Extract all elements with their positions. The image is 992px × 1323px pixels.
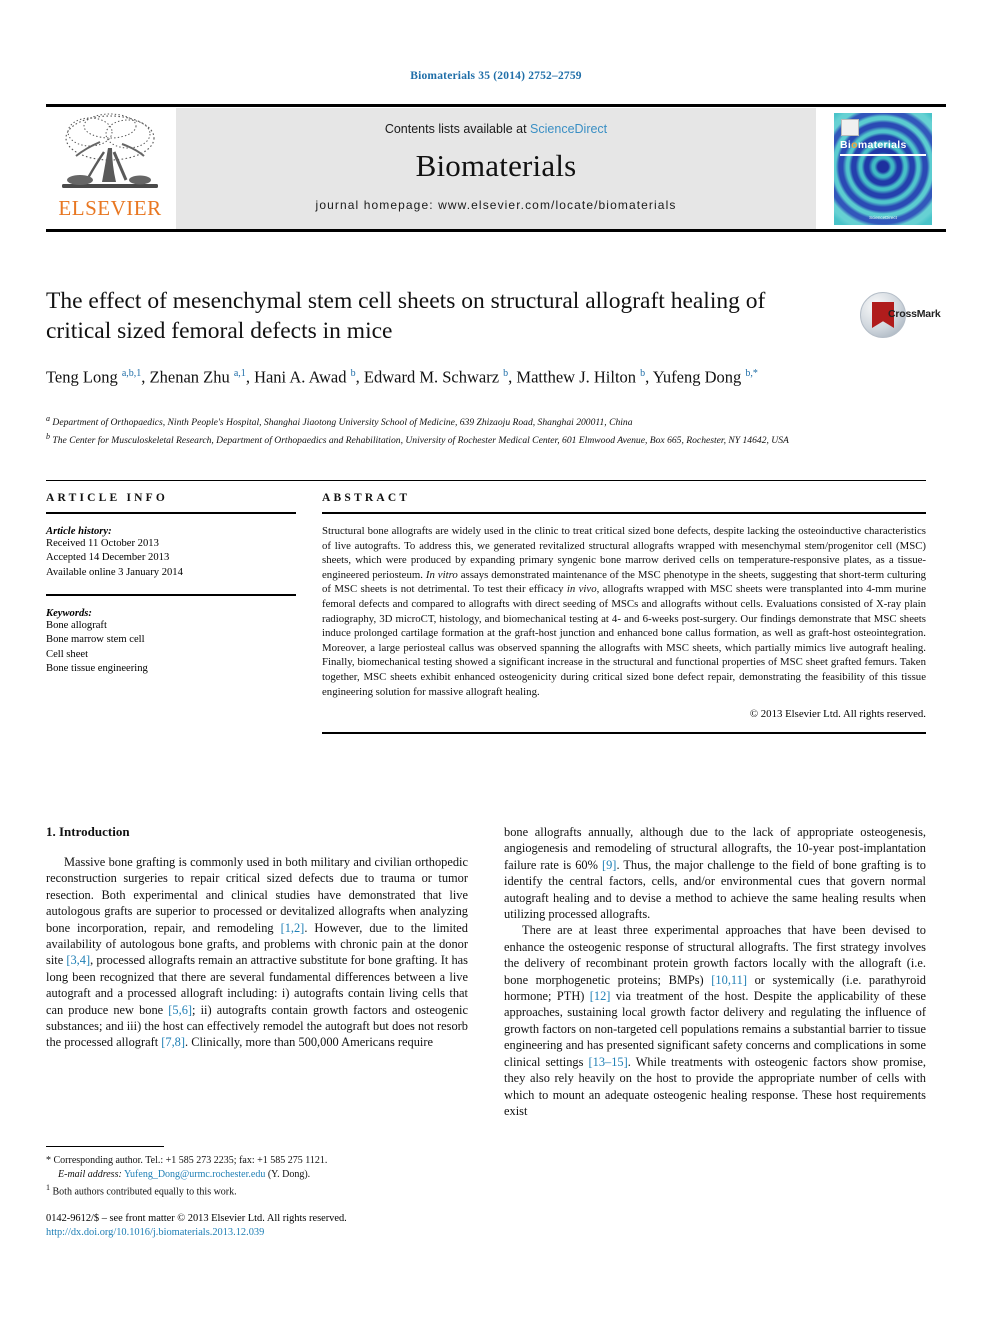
affiliations: a Department of Orthopaedics, Ninth Peop… xyxy=(46,412,926,448)
body-column-right: bone allografts annually, although due t… xyxy=(504,824,926,1119)
email-suffix: (Y. Dong). xyxy=(267,1168,311,1180)
article-history-accepted: Accepted 14 December 2013 xyxy=(46,552,170,564)
elsevier-wordmark: ELSEVIER xyxy=(58,196,162,220)
abstract-column: ABSTRACT Structural bone allografts are … xyxy=(322,492,927,735)
email-link[interactable]: Yufeng_Dong@urmc.rochester.edu xyxy=(124,1169,265,1180)
body-column-left: 1. Introduction Massive bone grafting is… xyxy=(46,824,468,1051)
keyword-item: Bone tissue engineering xyxy=(46,662,148,674)
journal-cover-thumbnail: Biomaterials ScienceDirect xyxy=(820,109,946,228)
cover-title-bi: Bi xyxy=(840,139,852,151)
article-info-separator xyxy=(46,594,296,596)
email-label: E-mail address: xyxy=(58,1168,122,1180)
footnote-email: E-mail address: Yufeng_Dong@urmc.rochest… xyxy=(46,1168,468,1182)
cover-footer: ScienceDirect xyxy=(869,215,897,220)
footnote-corresponding-author: * Corresponding author. Tel.: +1 585 273… xyxy=(46,1155,328,1166)
abstract-text: Structural bone allografts are widely us… xyxy=(322,525,927,698)
journal-homepage[interactable]: journal homepage: www.elsevier.com/locat… xyxy=(176,198,816,212)
cover-title: Biomaterials xyxy=(840,139,907,151)
cover-badge-icon xyxy=(841,119,859,136)
keyword-item: Bone marrow stem cell xyxy=(46,634,145,646)
divider-above-info xyxy=(46,480,926,481)
journal-masthead: ELSEVIER Contents lists available at Sci… xyxy=(46,104,946,232)
sciencedirect-link[interactable]: ScienceDirect xyxy=(530,122,607,136)
article-history-received: Received 11 October 2013 xyxy=(46,538,159,549)
contents-line: Contents lists available at ScienceDirec… xyxy=(176,122,816,136)
author-list: Teng Long a,b,1, Zhenan Zhu a,1, Hani A.… xyxy=(46,367,758,387)
intro-paragraph-1: Massive bone grafting is commonly used i… xyxy=(46,855,469,1050)
cover-artwork: Biomaterials ScienceDirect xyxy=(834,113,932,225)
keyword-item: Bone allograft xyxy=(46,619,107,631)
keywords-label: Keywords: xyxy=(46,607,92,619)
article-history-online: Available online 3 January 2014 xyxy=(46,566,183,578)
journal-article-page: Biomaterials 35 (2014) 2752–2759 ELSEVIE… xyxy=(0,0,992,1323)
elsevier-tree-icon xyxy=(62,113,158,188)
contents-prefix: Contents lists available at xyxy=(384,122,531,136)
abstract-rule xyxy=(322,512,926,514)
keyword-item: Cell sheet xyxy=(46,648,89,660)
doi-link[interactable]: http://dx.doi.org/10.1016/j.biomaterials… xyxy=(46,1227,264,1238)
affiliation-b: b The Center for Musculoskeletal Researc… xyxy=(46,431,789,446)
issn-line: 0142-9612/$ – see front matter © 2013 El… xyxy=(46,1213,347,1224)
abstract-copyright: © 2013 Elsevier Ltd. All rights reserved… xyxy=(749,708,926,721)
section-heading-introduction: 1. Introduction xyxy=(46,824,130,839)
footnote-equal-contribution: 1 Both authors contributed equally to th… xyxy=(46,1183,237,1198)
crossmark-badge[interactable]: CrossMark xyxy=(860,292,941,338)
intro-paragraph-2: There are at least three experimental ap… xyxy=(504,923,927,1118)
article-history-label: Article history: xyxy=(46,526,112,537)
cover-rule xyxy=(840,154,926,156)
article-info-heading: ARTICLE INFO xyxy=(46,492,169,504)
cover-title-o: o xyxy=(851,139,858,151)
title-block: The effect of mesenchymal stem cell shee… xyxy=(46,286,836,390)
crossmark-label: CrossMark xyxy=(888,308,941,320)
affiliation-a-text: Department of Orthopaedics, Ninth People… xyxy=(52,417,633,429)
cover-title-materials: materials xyxy=(857,139,907,151)
masthead-rule-bottom xyxy=(46,229,946,232)
abstract-end-rule xyxy=(322,732,926,735)
colophon: 0142-9612/$ – see front matter © 2013 El… xyxy=(46,1212,476,1240)
masthead-rule-top xyxy=(46,104,946,107)
intro-paragraph-1-cont: bone allografts annually, although due t… xyxy=(504,825,926,922)
journal-name: Biomaterials xyxy=(415,148,577,183)
affiliation-a: a Department of Orthopaedics, Ninth Peop… xyxy=(46,414,633,429)
article-info-column: ARTICLE INFO Article history: Received 1… xyxy=(46,492,296,676)
affiliation-b-text: The Center for Musculoskeletal Research,… xyxy=(52,434,789,446)
article-title: The effect of mesenchymal stem cell shee… xyxy=(46,288,766,344)
footnotes: * Corresponding author. Tel.: +1 585 273… xyxy=(46,1146,468,1199)
masthead-panel: Contents lists available at ScienceDirec… xyxy=(176,108,816,229)
article-info-rule xyxy=(46,512,296,514)
footnote-rule xyxy=(46,1146,164,1147)
elsevier-logo: ELSEVIER xyxy=(48,112,172,226)
running-head: Biomaterials 35 (2014) 2752–2759 xyxy=(410,70,582,82)
abstract-heading: ABSTRACT xyxy=(322,492,411,504)
